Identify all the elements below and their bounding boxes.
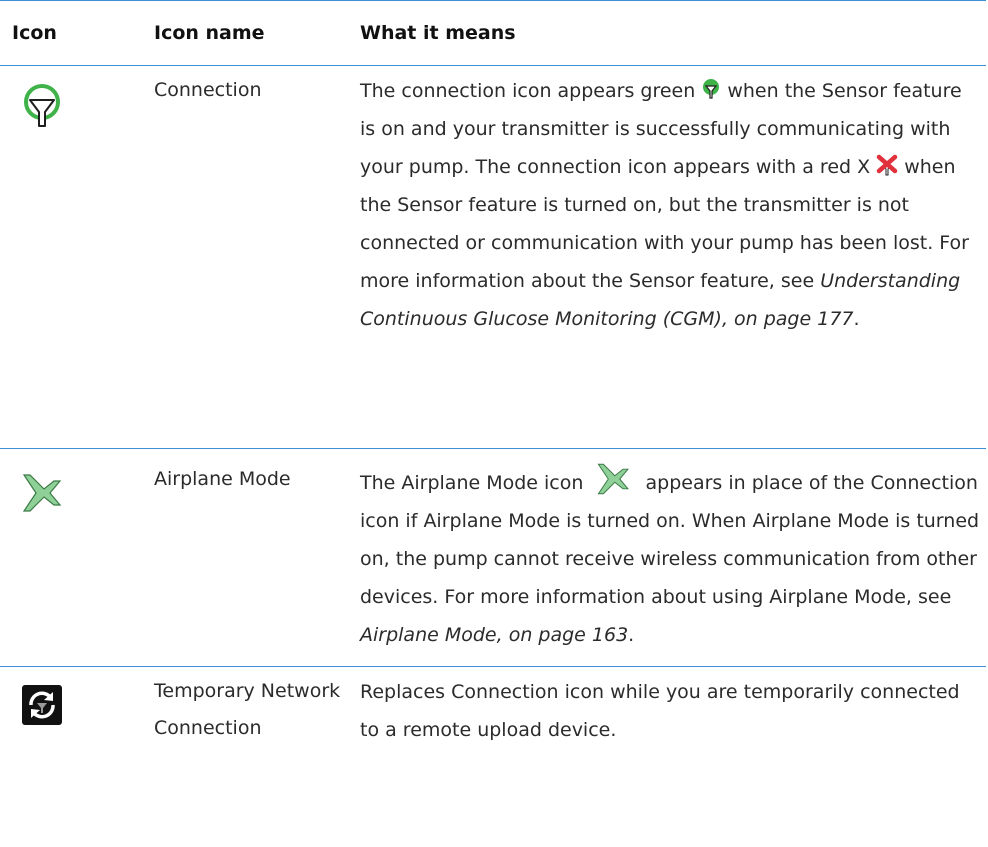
connection-green-icon [703,79,720,99]
cross-reference-link[interactable]: Airplane Mode, on page 163 [360,624,628,646]
row-meaning: The Airplane Mode icon appears in place … [356,461,986,654]
connection-error-icon [876,154,898,176]
meaning-text: . [853,308,860,330]
table-row-temporary-network: Temporary Network Connection Replaces Co… [0,667,986,847]
header-meaning: What it means [360,22,516,44]
connection-icon [24,84,60,127]
icon-table: Icon Icon name What it means Connection … [0,0,986,847]
table-header-row: Icon Icon name What it means [0,1,986,65]
table-row-connection: Connection The connection icon appears g… [0,66,986,448]
row-name: Airplane Mode [154,468,291,490]
row-name: Connection [154,79,262,101]
airplane-inline-icon [598,463,630,495]
row-meaning: The connection icon appears green when t… [356,72,986,338]
header-icon: Icon [12,22,57,44]
row-name: Temporary Network Connection [154,680,341,739]
table-row-airplane-mode: Airplane Mode The Airplane Mode icon app… [0,449,986,666]
icon-table-page: Icon Icon name What it means Connection … [0,0,988,846]
temporary-network-icon [22,685,62,725]
meaning-text: . [628,624,635,646]
header-icon-name: Icon name [154,22,265,44]
meaning-text: The connection icon appears green [360,80,702,102]
meaning-text: The Airplane Mode icon [360,472,590,494]
row-meaning: Replaces Connection icon while you are t… [360,681,960,741]
airplane-icon [22,474,62,512]
